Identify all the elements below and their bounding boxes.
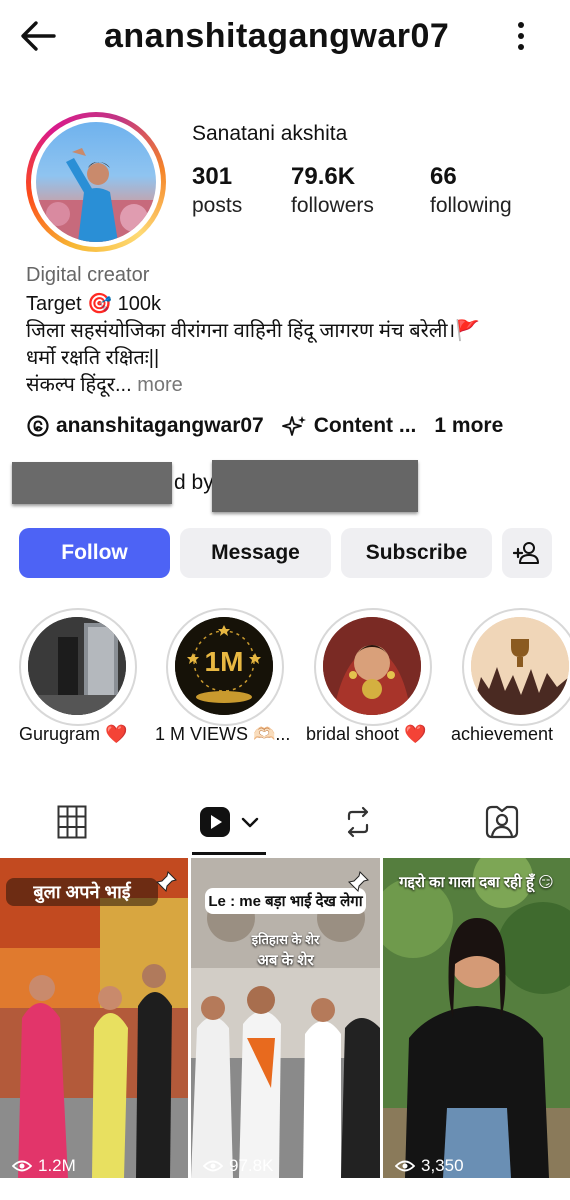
avatar-photo — [36, 122, 156, 242]
highlight-cover: 1M — [175, 617, 273, 715]
follow-button[interactable]: Follow — [19, 528, 170, 578]
flag-emoji: 🚩 — [455, 320, 481, 342]
reel-views: 97.8K — [203, 1156, 273, 1176]
pin-icon — [347, 871, 369, 893]
tab-tagged[interactable] — [480, 798, 524, 846]
stat-followers[interactable]: 79.6K followers — [291, 162, 374, 220]
highlight-1m-text: 1M — [205, 646, 244, 677]
message-button[interactable]: Message — [180, 528, 331, 578]
highlight-label: bridal shoot ❤️ — [306, 724, 427, 744]
following-count: 66 — [430, 163, 457, 190]
followers-label: followers — [291, 194, 374, 217]
followers-count: 79.6K — [291, 163, 356, 190]
more-options-button[interactable] — [506, 14, 536, 58]
subscribe-button[interactable]: Subscribe — [341, 528, 492, 578]
highlight-label: achievement — [451, 724, 554, 744]
reel-caption: गद्दरो का गाला दबा रही हूँ 😏 — [399, 874, 554, 891]
play-count-icon — [12, 1160, 32, 1172]
bio-line: संकल्प हिंदूर... more — [26, 374, 183, 396]
posts-label: posts — [192, 194, 243, 217]
reel-tile[interactable]: गद्दरो का गाला दबा रही हूँ 😏 3,350 — [383, 858, 570, 1178]
reel-caption: बुला अपने भाई — [6, 878, 158, 906]
bio-line: Target 🎯 100k — [26, 293, 161, 315]
posts-count: 301 — [192, 163, 233, 190]
top-bar: ananshitagangwar07 — [0, 0, 570, 72]
reel-tile[interactable]: Le : me बड़ा भाई देख लेगा इतिहास के शेर … — [191, 858, 380, 1178]
tab-reels[interactable] — [192, 798, 266, 846]
display-name: Sanatani akshita — [192, 122, 348, 145]
content-label: Content ... — [313, 414, 417, 437]
threads-handle: ananshitagangwar07 — [56, 414, 264, 437]
profile-category: Digital creator — [26, 264, 150, 286]
highlight-cover — [28, 617, 126, 715]
highlight-label: 1 M VIEWS 🫶🏻... — [155, 724, 291, 744]
tab-grid[interactable] — [44, 798, 100, 846]
redacted-box — [212, 460, 418, 512]
reel-subcaption: अब के शेर — [257, 952, 314, 969]
active-tab-indicator — [192, 852, 266, 855]
stat-posts[interactable]: 301 posts — [192, 162, 242, 220]
reel-subcaption: इतिहास के शेर — [251, 932, 320, 947]
add-person-icon — [513, 542, 539, 564]
play-count-icon — [203, 1160, 223, 1172]
profile-username: ananshitagangwar07 — [104, 17, 450, 55]
sparkle-icon — [281, 416, 306, 436]
back-button[interactable] — [16, 14, 60, 58]
kebab-menu-icon — [518, 22, 524, 50]
threads-icon — [27, 415, 49, 437]
more-links-label: 1 more — [434, 414, 504, 437]
highlight-label: Gurugram ❤️ — [19, 724, 128, 744]
bio-line: जिला सहसंयोजिका वीरांगना वाहिनी हिंदू जा… — [26, 320, 481, 342]
reel-views: 1.2M — [12, 1156, 76, 1176]
content-link[interactable]: Content ... — [281, 414, 417, 438]
arrow-left-icon — [21, 21, 56, 51]
tab-reposts[interactable] — [336, 798, 380, 846]
following-label: following — [430, 194, 512, 217]
pin-icon — [155, 871, 177, 893]
stat-following[interactable]: 66 following — [430, 162, 512, 220]
profile-bio[interactable]: Target 🎯 100k जिला सहसंयोजिका वीरांगना व… — [26, 291, 556, 399]
bio-more-link[interactable]: more — [132, 374, 183, 396]
profile-avatar[interactable] — [26, 112, 166, 252]
more-links[interactable]: 1 more — [434, 414, 503, 438]
reel-views: 3,350 — [395, 1156, 464, 1176]
suggest-user-button[interactable] — [502, 528, 552, 578]
tagged-icon — [485, 805, 519, 839]
highlight-cover — [323, 617, 421, 715]
reposts-icon — [347, 806, 369, 838]
reels-grid: बुला अपने भाई 1.2M Le: me बड़ा भाई देख … — [0, 858, 570, 1200]
reel-tile[interactable]: बुला अपने भाई 1.2M — [0, 858, 188, 1178]
followed-by-text: d by — [174, 471, 214, 494]
threads-link[interactable]: ananshitagangwar07 — [26, 414, 264, 438]
profile-links-row: ananshitagangwar07 Content ... 1 more — [26, 410, 521, 442]
play-count-icon — [395, 1160, 415, 1172]
grid-icon — [57, 805, 87, 839]
bio-line: धर्मो रक्षति रक्षितः|| — [26, 347, 160, 369]
highlight-cover — [471, 617, 569, 715]
chevron-down-icon — [241, 817, 259, 828]
reel-caption: Le : me बड़ा भाई देख लेगा — [205, 888, 366, 914]
profile-tabs — [0, 790, 570, 856]
redacted-box — [12, 462, 172, 504]
reels-icon — [200, 807, 230, 837]
followed-by-row[interactable]: d by — [12, 458, 432, 512]
